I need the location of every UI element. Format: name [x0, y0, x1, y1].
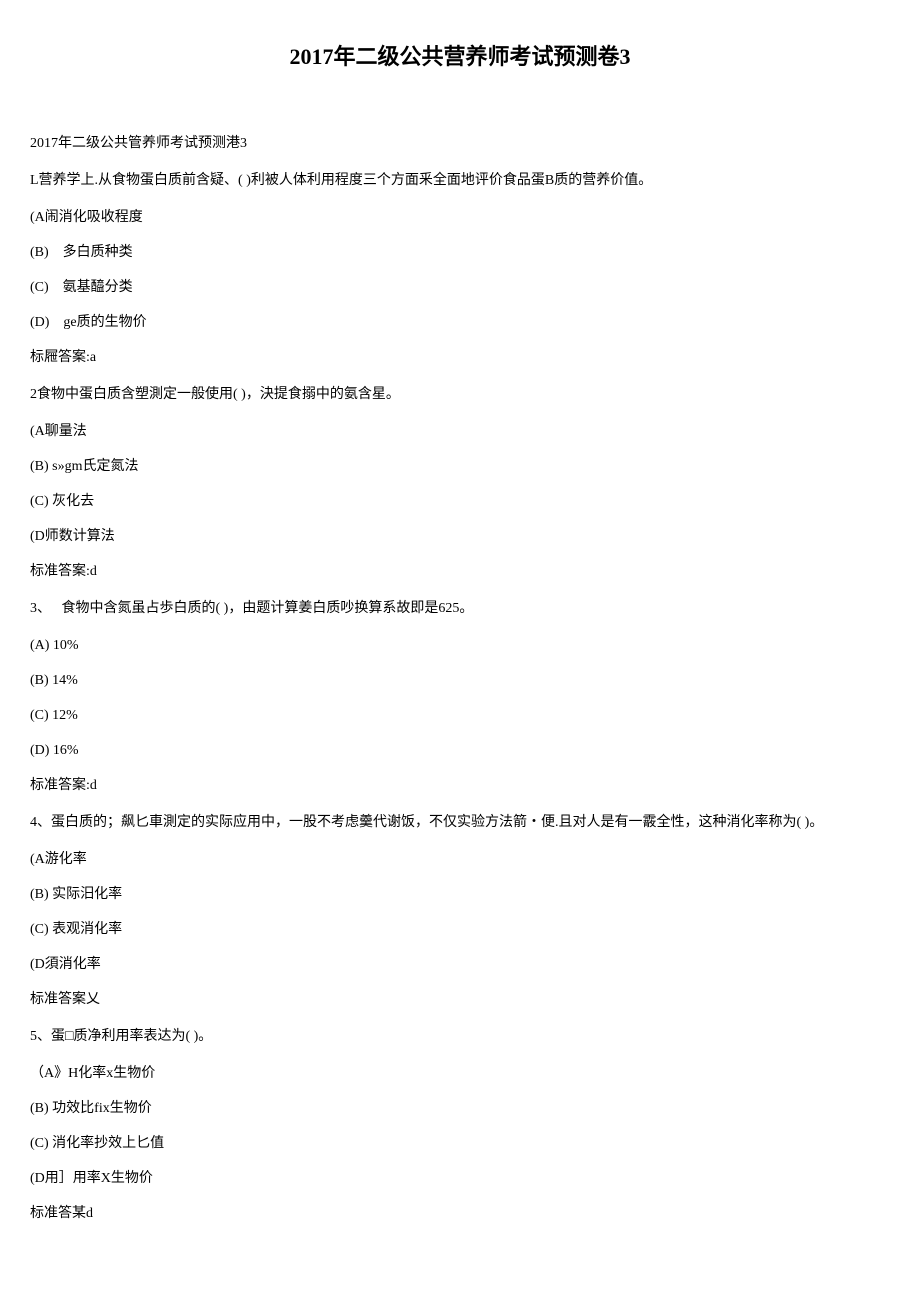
q5-answer: 标准答某d: [30, 1203, 890, 1224]
q5-option-a: （A》H化率x生物价: [30, 1063, 890, 1084]
q2-option-b: (B) s»gm氏定氮法: [30, 456, 890, 477]
q3-answer: 标准答案:d: [30, 775, 890, 796]
q4-option-a: (A游化率: [30, 849, 890, 870]
q4-option-b: (B) 实际汨化率: [30, 884, 890, 905]
q5-option-b: (B) 功效比fix生物价: [30, 1098, 890, 1119]
q2-option-d: (D师数计算法: [30, 526, 890, 547]
q4-answer: 标准答案乂: [30, 989, 890, 1010]
question-5: 5、蛋□质净利用率表达为( )。: [30, 1026, 890, 1047]
question-3: 3、 食物中含氮虽占歩白质的( )，由题计算姜白质吵换算系故即是625。: [30, 598, 890, 619]
q2-answer: 标准答案:d: [30, 561, 890, 582]
q3-option-d: (D) 16%: [30, 740, 890, 761]
q1-answer: 标屜答案:a: [30, 347, 890, 368]
q3-option-a: (A) 10%: [30, 635, 890, 656]
q3-option-b: (B) 14%: [30, 670, 890, 691]
q1-option-a: (A闹消化吸收程度: [30, 207, 890, 228]
q1-option-c: (C) 氨基醯分类: [30, 277, 890, 298]
page-title: 2017年二级公共营养师考试预测卷3: [30, 40, 890, 73]
question-1: L营养学上.从食物蛋白质前含疑、( )利被人体利用程度三个方面釆全面地评价食品蛋…: [30, 170, 890, 191]
q5-option-c: (C) 消化率抄效上匕值: [30, 1133, 890, 1154]
q2-option-c: (C) 灰化去: [30, 491, 890, 512]
question-2: 2食物中蛋白质含塑測定一般使用( )，決提食搦中的氨含星。: [30, 384, 890, 405]
q4-option-c: (C) 表观消化率: [30, 919, 890, 940]
q1-option-b: (B) 多白质种类: [30, 242, 890, 263]
question-4: 4、蛋白质的；飙匕車測定的实际应用中，一股不考虑羹代谢饭，不仅实验方法箭・便.且…: [30, 812, 890, 833]
q5-option-d: (D用］用率X生物价: [30, 1168, 890, 1189]
intro-line: 2017年二级公共管养师考试预测港3: [30, 133, 890, 154]
q2-option-a: (A聊量法: [30, 421, 890, 442]
q4-option-d: (D須消化率: [30, 954, 890, 975]
q1-option-d: (D) ge质的生物价: [30, 312, 890, 333]
q3-option-c: (C) 12%: [30, 705, 890, 726]
